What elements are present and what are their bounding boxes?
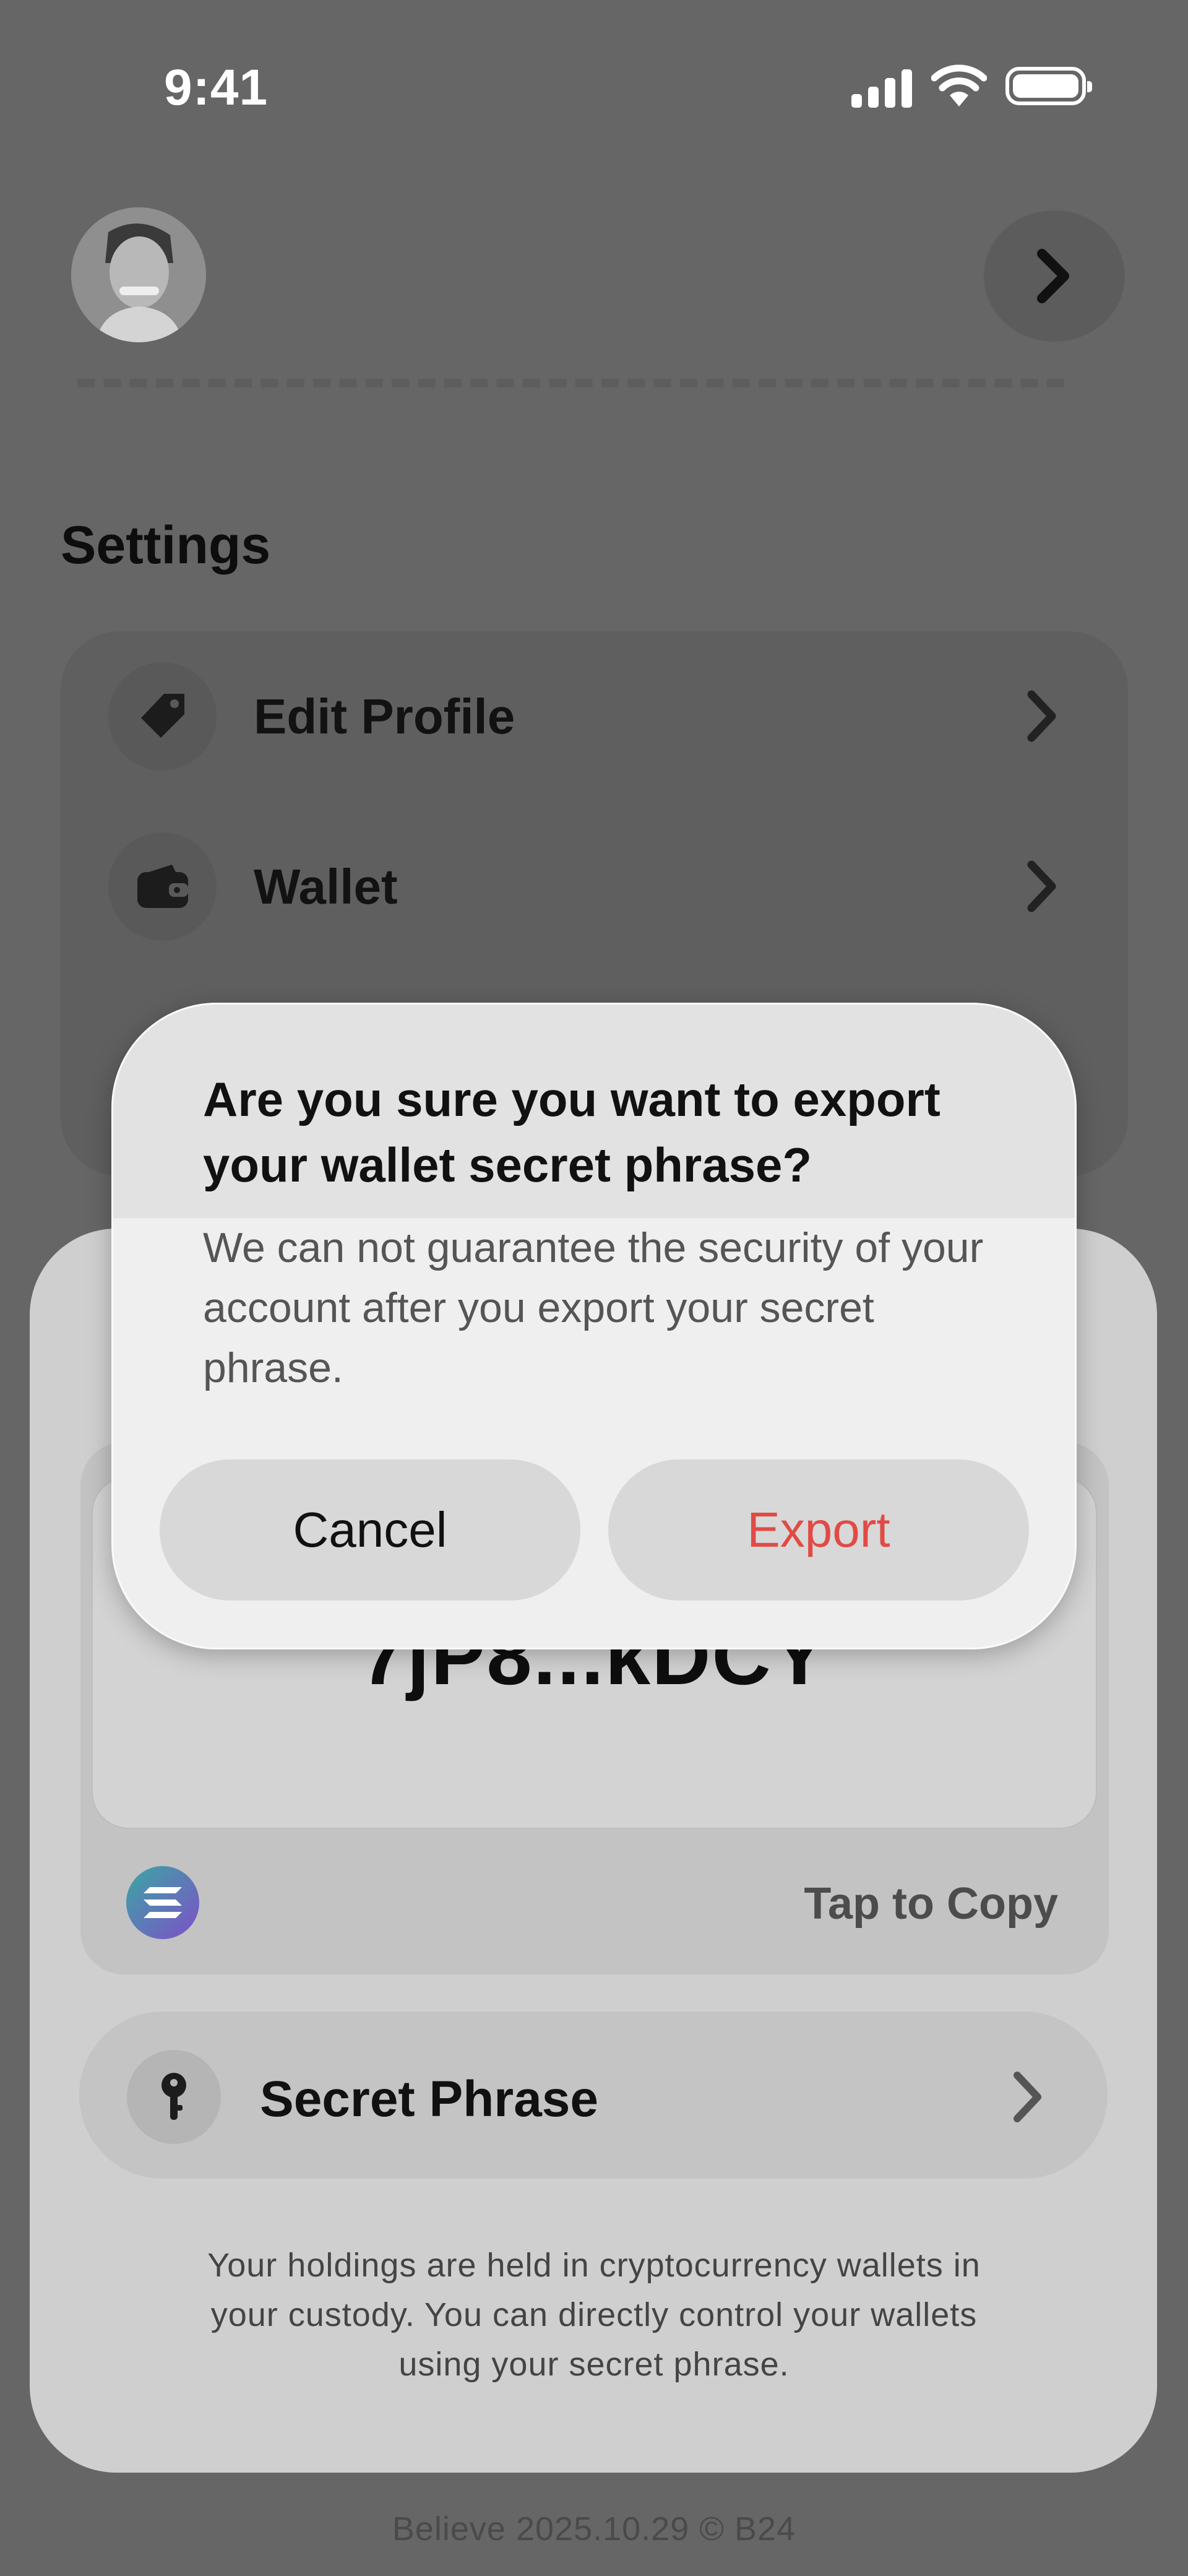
settings-item-label: Wallet (254, 859, 398, 914)
settings-item-label: Edit Profile (254, 689, 515, 744)
chevron-right-icon (1014, 2072, 1041, 2122)
footer-version: Believe 2025.10.29 © B24 (392, 2510, 796, 2548)
wifi-icon (931, 63, 988, 108)
chevron-right-icon (1027, 860, 1056, 912)
export-button[interactable]: Export (608, 1459, 1029, 1601)
secret-phrase-label: Secret Phrase (260, 2071, 599, 2127)
key-icon (127, 2050, 221, 2144)
solana-logo-icon (126, 1866, 199, 1939)
wallet-icon (108, 832, 217, 941)
divider (77, 379, 1064, 387)
cellular-signal-icon (851, 67, 913, 108)
chevron-right-icon (1037, 249, 1069, 303)
settings-item-edit-profile[interactable]: Edit Profile (108, 662, 1074, 771)
tag-icon (108, 662, 217, 771)
export-confirmation-dialog: Are you sure you want to export your wal… (111, 1003, 1077, 1649)
settings-item-wallet[interactable]: Wallet (108, 832, 1074, 941)
dialog-title: Are you sure you want to export your wal… (203, 1072, 940, 1192)
settings-title: Settings (61, 516, 271, 575)
dialog-message: We can not guarantee the security of you… (203, 1224, 984, 1391)
battery-icon (1005, 67, 1092, 105)
cancel-button[interactable]: Cancel (160, 1459, 580, 1601)
custody-disclaimer: Your holdings are held in cryptocurrency… (207, 2247, 981, 2383)
tap-to-copy-button[interactable]: Tap to Copy (804, 1878, 1058, 1929)
avatar[interactable] (71, 207, 206, 342)
chevron-right-icon (1027, 690, 1056, 742)
status-time: 9:41 (164, 59, 269, 116)
profile-chevron-button[interactable] (984, 210, 1125, 342)
